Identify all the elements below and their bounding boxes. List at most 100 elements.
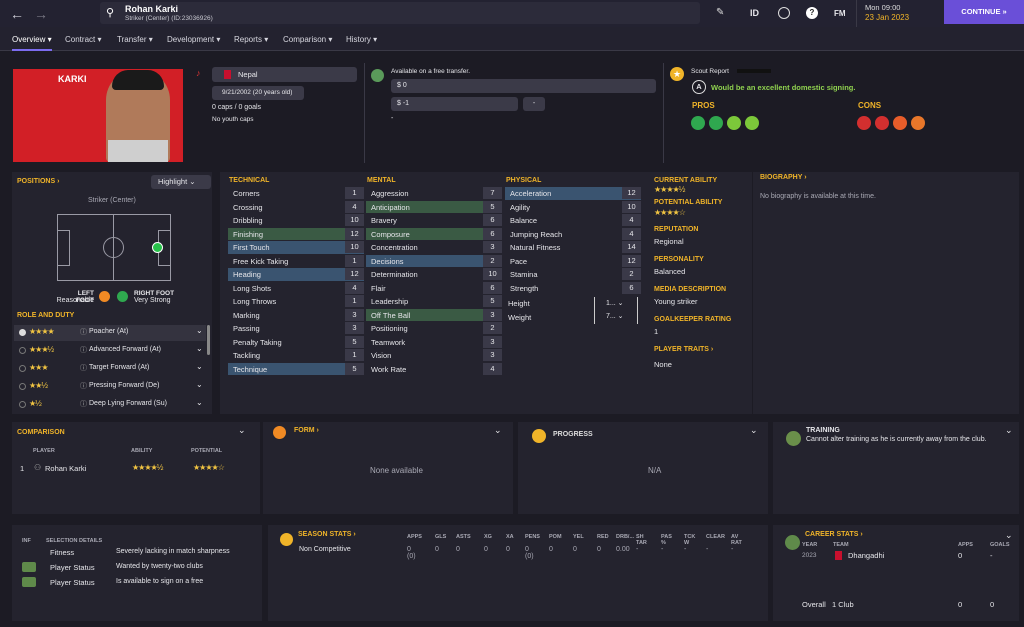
chevron-down-icon[interactable]: ⌄ — [1005, 425, 1013, 436]
attribute-row[interactable]: Dribbling 10 — [228, 214, 364, 227]
club-icon[interactable] — [778, 7, 790, 19]
attribute-row[interactable]: Balance 4 — [505, 214, 641, 227]
biography-title[interactable]: BIOGRAPHY › — [760, 174, 807, 181]
pro-trait-icon[interactable] — [727, 116, 741, 130]
edit-icon[interactable]: ✎ — [716, 7, 724, 18]
tab-overview[interactable]: Overview ▾ — [12, 35, 52, 51]
height-dropdown[interactable]: 1... ⌄ — [594, 297, 638, 311]
info-icon[interactable]: ⓘ — [80, 363, 87, 373]
info-icon[interactable]: ⓘ — [80, 381, 87, 391]
highlight-dropdown[interactable]: Highlight ⌄ — [151, 175, 211, 189]
attribute-row[interactable]: Bravery 6 — [366, 214, 502, 227]
attribute-row[interactable]: Stamina 2 — [505, 268, 641, 281]
attribute-row[interactable]: Aggression 7 — [366, 187, 502, 200]
season-stat-header[interactable]: PAS % — [661, 534, 672, 546]
career-stats-title[interactable]: CAREER STATS › — [805, 531, 863, 538]
con-trait-icon[interactable] — [857, 116, 871, 130]
player-traits-link[interactable]: PLAYER TRAITS › — [654, 346, 713, 353]
attribute-row[interactable]: Work Rate 4 — [366, 362, 502, 376]
back-arrow-icon[interactable]: ← — [10, 6, 24, 22]
nation-pill[interactable] — [212, 67, 357, 82]
help-icon[interactable]: ? — [806, 7, 818, 19]
tab-history[interactable]: History ▾ — [346, 35, 377, 44]
pro-trait-icon[interactable] — [709, 116, 723, 130]
role-row[interactable]: ★★½ ⓘ Pressing Forward (De) ⌄ — [17, 380, 207, 395]
role-scrollbar[interactable] — [207, 325, 210, 355]
season-stat-header[interactable]: DRB/... — [616, 534, 634, 540]
chevron-down-icon[interactable]: ⌄ — [494, 425, 502, 436]
season-stat-header[interactable]: POM — [549, 534, 562, 540]
attribute-row[interactable]: Technique 5 — [228, 362, 364, 375]
attribute-row[interactable]: Natural Fitness 14 — [505, 241, 641, 254]
tab-reports[interactable]: Reports ▾ — [234, 35, 268, 44]
position-marker[interactable] — [152, 242, 163, 253]
attribute-row[interactable]: Flair 6 — [366, 281, 502, 295]
attribute-row[interactable]: Heading 12 — [228, 268, 364, 281]
attribute-row[interactable]: Strength 6 — [505, 281, 641, 295]
attribute-row[interactable]: Free Kick Taking 1 — [228, 254, 364, 268]
con-trait-icon[interactable] — [875, 116, 889, 130]
attribute-row[interactable]: Anticipation 5 — [366, 200, 502, 213]
radio-button-icon[interactable] — [19, 347, 26, 354]
id-button[interactable]: ID — [750, 8, 759, 18]
tab-comparison[interactable]: Comparison ▾ — [283, 35, 332, 44]
season-stat-header[interactable]: CLEAR — [706, 534, 725, 540]
radio-button-icon[interactable] — [19, 401, 26, 408]
attribute-row[interactable]: Decisions 2 — [366, 254, 502, 267]
form-title[interactable]: FORM › — [294, 427, 319, 434]
season-stat-header[interactable]: GLS — [435, 534, 446, 540]
season-stat-header[interactable]: YEL — [573, 534, 584, 540]
radio-button-icon[interactable] — [19, 383, 26, 390]
attribute-row[interactable]: Determination 10 — [366, 268, 502, 281]
role-row[interactable]: ★★★★ ⓘ Poacher (At) ⌄ — [17, 326, 207, 341]
attribute-row[interactable]: Finishing 12 — [228, 227, 364, 240]
season-stat-header[interactable]: XA — [506, 534, 514, 540]
attribute-row[interactable]: Vision 3 — [366, 349, 502, 362]
attribute-row[interactable]: Long Shots 4 — [228, 281, 364, 295]
attribute-row[interactable]: Composure 6 — [366, 227, 502, 240]
attribute-row[interactable]: Pace 12 — [505, 254, 641, 268]
value-field[interactable] — [391, 97, 518, 111]
chevron-down-icon[interactable]: ⌄ — [196, 344, 203, 353]
info-icon[interactable]: ⓘ — [80, 327, 87, 337]
tab-contract[interactable]: Contract ▾ — [65, 35, 101, 44]
pro-trait-icon[interactable] — [691, 116, 705, 130]
value-button[interactable]: - — [523, 97, 545, 111]
chevron-down-icon[interactable]: ⌄ — [196, 326, 203, 335]
season-stat-header[interactable]: TCK W — [684, 534, 695, 546]
attribute-row[interactable]: First Touch 10 — [228, 241, 364, 254]
continue-button[interactable]: CONTINUE » — [944, 0, 1024, 24]
season-stat-header[interactable]: XG — [484, 534, 492, 540]
attribute-row[interactable]: Agility 10 — [505, 200, 641, 214]
attribute-row[interactable]: Penalty Taking 5 — [228, 335, 364, 349]
info-icon[interactable]: ⓘ — [80, 345, 87, 355]
season-stat-header[interactable]: PENS — [525, 534, 540, 540]
season-stat-header[interactable]: APPS — [407, 534, 422, 540]
attribute-row[interactable]: Tackling 1 — [228, 349, 364, 362]
pro-trait-icon[interactable] — [745, 116, 759, 130]
fm-menu[interactable]: FM — [834, 9, 846, 18]
attribute-row[interactable]: Acceleration 12 — [505, 187, 641, 200]
weight-dropdown[interactable]: 7... ⌄ — [594, 310, 638, 324]
season-stat-header[interactable]: RED — [597, 534, 609, 540]
info-icon[interactable]: ⓘ — [80, 399, 87, 409]
attribute-row[interactable]: Crossing 4 — [228, 200, 364, 214]
positions-title[interactable]: POSITIONS › — [17, 178, 59, 185]
con-trait-icon[interactable] — [911, 116, 925, 130]
season-stat-header[interactable]: AV RAT — [731, 534, 742, 546]
tab-development[interactable]: Development ▾ — [167, 35, 220, 44]
attribute-row[interactable]: Long Throws 1 — [228, 295, 364, 308]
attribute-row[interactable]: Passing 3 — [228, 322, 364, 335]
chevron-down-icon[interactable]: ⌄ — [196, 380, 203, 389]
role-row[interactable]: ★★★ ⓘ Target Forward (At) ⌄ — [17, 362, 207, 377]
attribute-row[interactable]: Corners 1 — [228, 187, 364, 200]
attribute-row[interactable]: Positioning 2 — [366, 322, 502, 335]
comparison-player-name[interactable]: Rohan Karki — [45, 464, 86, 473]
chevron-down-icon[interactable]: ⌄ — [238, 425, 246, 436]
radio-button-icon[interactable] — [19, 329, 26, 336]
chevron-down-icon[interactable]: ⌄ — [1005, 530, 1013, 541]
radio-button-icon[interactable] — [19, 365, 26, 372]
chevron-down-icon[interactable]: ⌄ — [750, 425, 758, 436]
con-trait-icon[interactable] — [893, 116, 907, 130]
role-row[interactable]: ★★★½ ⓘ Advanced Forward (At) ⌄ — [17, 344, 207, 359]
